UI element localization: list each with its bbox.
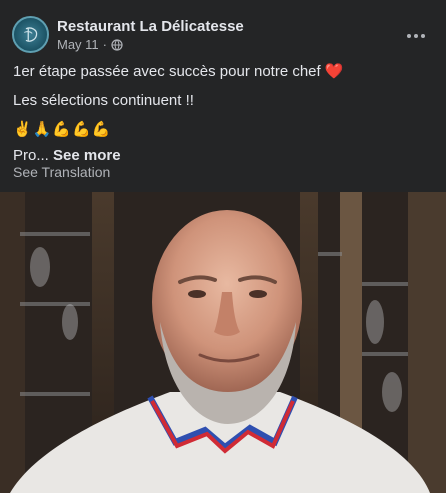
- more-options-icon[interactable]: [402, 22, 430, 50]
- page-avatar[interactable]: [12, 16, 49, 53]
- post-text-line-1-content: 1er étape passée avec succès pour notre …: [13, 63, 321, 80]
- chef-photo-illustration: [0, 192, 446, 493]
- post-text-truncated: Pro... See more: [13, 146, 434, 166]
- truncated-text: Pro...: [13, 147, 49, 164]
- globe-icon: [111, 38, 123, 51]
- heart-emoji: ❤️: [324, 63, 344, 80]
- post-meta: May 11 ·: [57, 37, 123, 52]
- page-name-link[interactable]: Restaurant La Délicatesse: [57, 18, 244, 35]
- post-text: 1er étape passée avec succès pour notre …: [13, 62, 434, 175]
- post-text-line-2: Les sélections continuent !!: [13, 92, 194, 109]
- chef-portrait-image[interactable]: [0, 192, 446, 493]
- facebook-post-card: Restaurant La Délicatesse May 11 · 1er é…: [0, 0, 446, 493]
- see-more-button[interactable]: See more: [53, 147, 121, 164]
- post-text-line-1: 1er étape passée avec succès pour notre …: [13, 62, 434, 82]
- meta-separator: ·: [102, 37, 108, 52]
- post-header: Restaurant La Délicatesse May 11 ·: [12, 16, 434, 56]
- post-date[interactable]: May 11: [57, 37, 99, 52]
- restaurant-logo-icon: [23, 26, 37, 42]
- see-translation-link[interactable]: See Translation: [13, 164, 110, 180]
- emoji-line: ✌️🙏💪💪💪: [13, 121, 112, 138]
